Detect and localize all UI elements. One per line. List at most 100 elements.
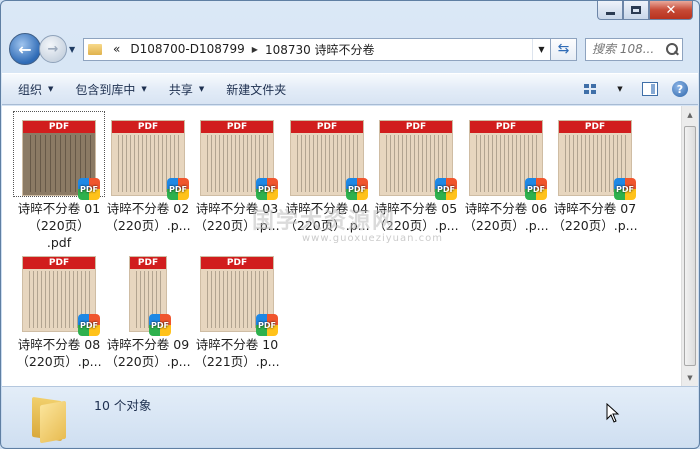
view-dropdown-button[interactable]: ▼ — [610, 81, 630, 97]
toolbar-right-group: ▼ ? — [570, 81, 690, 97]
pdf-badge-label: PDF — [258, 184, 276, 194]
preview-pane-icon — [642, 82, 658, 96]
file-thumbnail[interactable]: PDF PDF — [282, 112, 372, 200]
file-name[interactable]: 诗晬不分卷 08 （220页）.p... — [14, 336, 104, 370]
pdf-label: PDF — [201, 257, 273, 269]
file-name[interactable]: 诗晬不分卷 06 （220页）.p... — [461, 200, 551, 234]
file-thumbnail[interactable]: PDF PDF — [192, 248, 282, 336]
file-name[interactable]: 诗晬不分卷 09 （220页）.p... — [103, 336, 193, 370]
maximize-button[interactable] — [623, 1, 649, 20]
vertical-scrollbar[interactable]: ▲ ▼ — [681, 106, 698, 386]
pdf-label: PDF — [559, 121, 631, 133]
organize-menu[interactable]: 组织 ▼ — [18, 81, 53, 98]
file-thumbnail[interactable]: PDF PDF — [192, 112, 282, 200]
minimize-icon — [605, 11, 615, 15]
file-thumbnail[interactable]: PDF PDF — [103, 248, 193, 336]
file-name[interactable]: 诗晬不分卷 02 （220页）.p... — [103, 200, 193, 234]
search-box[interactable] — [585, 37, 683, 61]
back-button[interactable]: ← — [9, 33, 41, 65]
pdf-label: PDF — [23, 121, 95, 133]
pdf-badge-label: PDF — [348, 184, 366, 194]
file-item[interactable]: PDF PDF 诗晬不分卷 07 （220页）.p... — [550, 112, 640, 234]
pdf-app-icon: PDF — [435, 178, 457, 200]
pdf-app-icon: PDF — [346, 178, 368, 200]
breadcrumb-current[interactable]: 108730 诗晬不分卷 — [265, 41, 375, 58]
minimize-button[interactable] — [597, 1, 623, 20]
file-item[interactable]: PDF PDF 诗晬不分卷 01 （220页） .pdf — [13, 111, 105, 251]
file-list-pane[interactable]: PDF PDF 诗晬不分卷 01 （220页） .pdf PDF PDF 诗晬不分卷 02… — [2, 106, 698, 386]
recent-pages-dropdown[interactable]: ▼ — [69, 45, 79, 54]
scroll-down-icon[interactable]: ▼ — [682, 369, 698, 386]
refresh-button[interactable]: ⇆ — [551, 37, 577, 61]
scrollbar-thumb[interactable] — [684, 126, 696, 366]
address-bar[interactable]: « D108700-D108799 ▶ 108730 诗晬不分卷 ▼ — [83, 37, 551, 61]
details-pane: 10 个对象 — [2, 386, 698, 447]
scroll-up-icon[interactable]: ▲ — [682, 106, 698, 123]
chevron-down-icon: ▼ — [141, 85, 147, 93]
item-count: 10 个对象 — [94, 398, 152, 413]
change-view-button[interactable] — [580, 81, 600, 97]
file-item[interactable]: PDF PDF 诗晬不分卷 06 （220页）.p... — [461, 112, 551, 234]
pdf-badge-label: PDF — [437, 184, 455, 194]
file-name[interactable]: 诗晬不分卷 01 （220页） .pdf — [14, 200, 104, 251]
file-name[interactable]: 诗晬不分卷 07 （220页）.p... — [550, 200, 640, 234]
breadcrumb-parent[interactable]: D108700-D108799 — [130, 42, 244, 56]
navigation-bar: ← → ▼ « D108700-D108799 ▶ 108730 诗晬不分卷 ▼… — [9, 31, 691, 67]
file-thumbnail[interactable]: PDF PDF — [550, 112, 640, 200]
file-item[interactable]: PDF PDF 诗晬不分卷 10 （221页）.p... — [192, 248, 282, 370]
include-in-library-label: 包含到库中 — [75, 82, 136, 97]
folder-large-icon — [30, 395, 66, 444]
file-item[interactable]: PDF PDF 诗晬不分卷 08 （220页）.p... — [14, 248, 104, 370]
close-button[interactable]: ✕ — [649, 1, 693, 20]
new-folder-button[interactable]: 新建文件夹 — [226, 81, 286, 98]
pdf-label: PDF — [291, 121, 363, 133]
file-item[interactable]: PDF PDF 诗晬不分卷 09 （220页）.p... — [103, 248, 193, 370]
pdf-label: PDF — [380, 121, 452, 133]
pdf-app-icon: PDF — [78, 178, 100, 200]
file-thumbnail[interactable]: PDF PDF — [103, 112, 193, 200]
breadcrumb-separator-icon[interactable]: ▶ — [252, 45, 258, 54]
file-thumbnail[interactable]: PDF PDF — [371, 112, 461, 200]
pdf-badge-label: PDF — [258, 320, 276, 330]
pdf-label: PDF — [23, 257, 95, 269]
pdf-app-icon: PDF — [256, 314, 278, 336]
file-thumbnail[interactable]: PDF PDF — [14, 248, 104, 336]
forward-button[interactable]: → — [39, 35, 67, 63]
preview-pane-button[interactable] — [640, 81, 660, 97]
pdf-badge-label: PDF — [527, 184, 545, 194]
pdf-label: PDF — [201, 121, 273, 133]
pdf-badge-label: PDF — [80, 320, 98, 330]
search-icon[interactable] — [666, 43, 678, 55]
file-item[interactable]: PDF PDF 诗晬不分卷 02 （220页）.p... — [103, 112, 193, 234]
pdf-app-icon: PDF — [256, 178, 278, 200]
pdf-app-icon: PDF — [167, 178, 189, 200]
include-in-library-menu[interactable]: 包含到库中 ▼ — [75, 81, 146, 98]
explorer-window: ✕ ← → ▼ « D108700-D108799 ▶ 108730 诗晬不分卷… — [0, 0, 700, 449]
help-icon: ? — [672, 81, 688, 97]
pdf-label: PDF — [470, 121, 542, 133]
help-button[interactable]: ? — [670, 81, 690, 97]
back-arrow-icon: ← — [18, 39, 32, 59]
forward-arrow-icon: → — [47, 41, 59, 57]
refresh-icon: ⇆ — [557, 41, 570, 57]
pdf-badge-label: PDF — [151, 320, 169, 330]
pdf-app-icon: PDF — [149, 314, 171, 336]
file-thumbnail[interactable]: PDF PDF — [461, 112, 551, 200]
watermark-text: 国学大资源网 — [252, 209, 397, 234]
search-input[interactable] — [592, 42, 664, 56]
file-thumbnail[interactable]: PDF PDF — [13, 111, 105, 200]
pdf-label: PDF — [130, 257, 166, 269]
chevron-down-icon: ▼ — [198, 85, 205, 93]
file-name[interactable]: 诗晬不分卷 10 （221页）.p... — [192, 336, 282, 370]
chevron-down-icon: ▼ — [48, 85, 54, 93]
share-label: 共享 — [168, 82, 193, 97]
pdf-app-icon: PDF — [614, 178, 636, 200]
share-menu[interactable]: 共享 ▼ — [169, 81, 204, 98]
pdf-app-icon: PDF — [78, 314, 100, 336]
watermark-url: www.guoxueziyuan.com — [302, 233, 443, 244]
pdf-badge-label: PDF — [616, 184, 634, 194]
breadcrumb-overflow[interactable]: « — [113, 42, 120, 56]
address-dropdown-button[interactable]: ▼ — [532, 38, 550, 60]
pdf-badge-label: PDF — [169, 184, 187, 194]
caption-buttons: ✕ — [597, 1, 693, 20]
